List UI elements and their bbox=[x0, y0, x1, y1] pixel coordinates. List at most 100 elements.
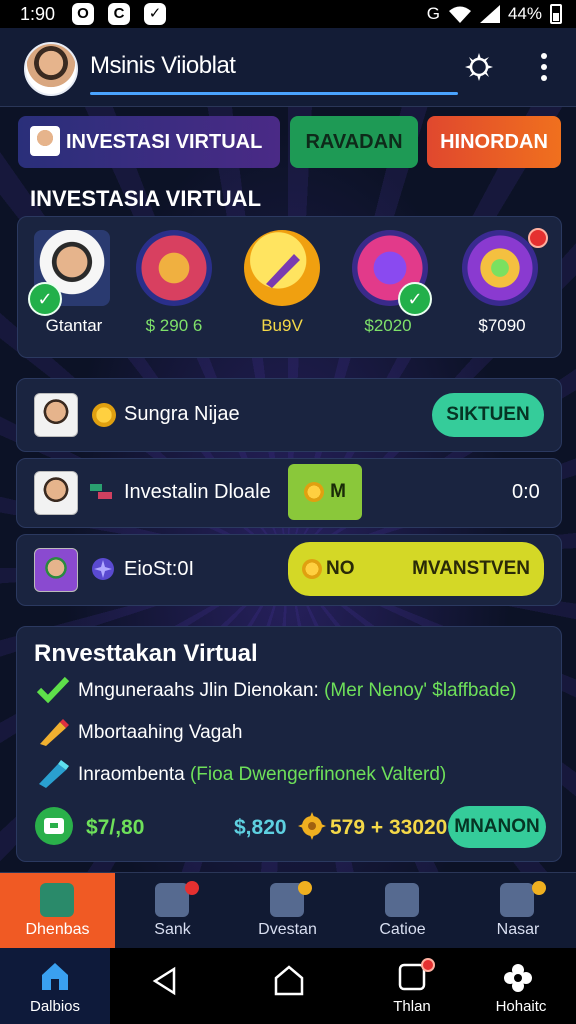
sys-label: Thlan bbox=[393, 998, 431, 1015]
row-avatar bbox=[34, 548, 78, 592]
profile-avatar[interactable] bbox=[24, 42, 78, 96]
target-icon[interactable] bbox=[462, 230, 538, 306]
status-time: 1:90 bbox=[20, 4, 56, 24]
wifi-icon bbox=[448, 6, 471, 23]
system-nav-bar: Dalbios Thlan Hohaitc bbox=[0, 948, 576, 1024]
ticket-check-icon: ✓ bbox=[398, 282, 432, 316]
investment-line-3: Inraombenta (Fioa Dwengerfinonek Valterd… bbox=[78, 764, 446, 786]
nav-item-nasar[interactable]: Nasar bbox=[460, 873, 576, 949]
sys-home-button[interactable] bbox=[233, 948, 343, 1024]
tab-hinordan[interactable]: HINORDAN bbox=[427, 116, 561, 168]
investment-line-3-text: Inraombenta bbox=[78, 764, 185, 785]
status-bar: 1:90 O C ✓ G 44% bbox=[0, 0, 576, 28]
user-name: Msinis Viioblat bbox=[90, 52, 236, 79]
home-icon bbox=[42, 963, 68, 990]
nav-label: Nasar bbox=[496, 921, 540, 938]
battery-percent: 44% bbox=[507, 4, 542, 23]
row-invest-button[interactable]: NO MVANSTVEN bbox=[288, 542, 544, 596]
status-app-icon-o: O bbox=[72, 3, 94, 25]
nav-label: Catioe bbox=[379, 921, 426, 938]
gear-coin-icon bbox=[298, 812, 326, 840]
row-no-label: NO bbox=[326, 558, 355, 579]
tab-investasi-virtual[interactable]: INVESTASI VIRTUAL bbox=[18, 116, 280, 168]
top-app-bar: Msinis Viioblat bbox=[0, 28, 576, 107]
sys-label: Dalbios bbox=[29, 998, 81, 1015]
home-outline-icon bbox=[274, 965, 304, 996]
investment-line-2: Mbortaahing Vagah bbox=[78, 722, 242, 744]
tab-avatar-icon bbox=[30, 126, 60, 156]
featured-label-3: Bu9V bbox=[261, 316, 303, 335]
coin-icon bbox=[302, 559, 322, 579]
stack-icon bbox=[90, 484, 112, 499]
shop-icon bbox=[500, 883, 534, 917]
investment-line-2-text: Mbortaahing Vagah bbox=[78, 722, 243, 743]
bottom-nav: Dhenbas Sank Dvestan Catioe Nasar bbox=[0, 872, 576, 949]
house-icon[interactable] bbox=[136, 230, 212, 306]
nav-badge bbox=[298, 881, 312, 895]
investment-title: Rnvesttakan Virtual bbox=[34, 640, 258, 667]
notification-dot bbox=[528, 228, 548, 248]
home-icon bbox=[40, 883, 74, 917]
row-avatar bbox=[34, 393, 78, 437]
nav-item-dhenbas[interactable]: Dhenbas bbox=[0, 873, 115, 949]
row-label: Investalin Dloale bbox=[124, 481, 271, 503]
investment-line-1-text: Mnguneraahs Jlin Dienokan: bbox=[78, 680, 319, 701]
checkmark-icon bbox=[36, 676, 70, 704]
nav-badge bbox=[185, 881, 199, 895]
status-g-icon: G bbox=[426, 4, 440, 23]
featured-label-4: $2020 bbox=[364, 316, 412, 335]
sys-home-app[interactable]: Dalbios bbox=[0, 948, 110, 1024]
coin-icon bbox=[304, 482, 325, 502]
signal-icon bbox=[479, 5, 500, 23]
gem-icon bbox=[92, 558, 114, 580]
row-invest-label: MVANSTVEN bbox=[412, 558, 530, 579]
status-app-icon-check: ✓ bbox=[144, 3, 166, 25]
pen-glyph-icon bbox=[266, 254, 300, 288]
settings-icon[interactable] bbox=[462, 50, 496, 84]
flower-icon bbox=[504, 964, 532, 992]
nav-label: Dhenbas bbox=[25, 921, 90, 938]
row-avatar bbox=[34, 471, 78, 515]
check-badge-icon: ✓ bbox=[28, 282, 62, 316]
tab-investasi-label: INVESTASI VIRTUAL bbox=[66, 130, 263, 153]
brush-icon bbox=[39, 760, 69, 788]
row-label: Sungra Nijae bbox=[124, 403, 240, 425]
row-m-button[interactable]: M bbox=[288, 464, 362, 520]
featured-label-2: $ 290 6 bbox=[145, 316, 203, 335]
battery-icon bbox=[550, 4, 562, 24]
status-app-icon-c: C bbox=[108, 3, 130, 25]
row-m-label: M bbox=[330, 481, 346, 502]
wallet-icon bbox=[35, 807, 73, 845]
tab-hinordan-label: HINORDAN bbox=[440, 130, 548, 153]
more-vert-icon[interactable] bbox=[532, 50, 556, 84]
investment-line-1-highlight: (Mer Nenoy' $laffbade) bbox=[324, 680, 517, 701]
sys-back-button[interactable] bbox=[110, 948, 220, 1024]
nav-item-sank[interactable]: Sank bbox=[115, 873, 230, 949]
row-action-button[interactable]: SIKTUEN bbox=[432, 393, 544, 437]
coin-icon bbox=[92, 403, 116, 427]
pencil-icon bbox=[40, 719, 69, 746]
row-label: EioSt:0I bbox=[124, 558, 195, 580]
clipboard-icon bbox=[385, 883, 419, 917]
sys-label: Hohaitc bbox=[495, 998, 547, 1015]
nav-item-dvestan[interactable]: Dvestan bbox=[230, 873, 345, 949]
status-right-group: G 44% bbox=[427, 4, 562, 24]
featured-label-5: $7090 bbox=[478, 316, 526, 335]
featured-label-1: Gtantar bbox=[45, 316, 103, 335]
tab-ravadan-label: RAVADAN bbox=[305, 130, 403, 153]
investment-line-3-highlight: (Fioa Dwengerfinonek Valterd) bbox=[189, 764, 447, 785]
amount-2: $,820 bbox=[234, 816, 287, 839]
row-value: 0:0 bbox=[512, 481, 540, 503]
amount-1: $7/,80 bbox=[86, 816, 145, 839]
featured-title: INVESTASIA VIRTUAL bbox=[30, 186, 262, 211]
invest-action-button[interactable]: MNANON bbox=[448, 806, 546, 848]
nav-label: Sank bbox=[154, 921, 191, 938]
sys-settings-button[interactable]: Hohaitc bbox=[466, 948, 576, 1024]
tab-ravadan[interactable]: RAVADAN bbox=[290, 116, 418, 168]
nav-label: Dvestan bbox=[258, 921, 317, 938]
amount-3: 579 + 33020 bbox=[330, 816, 448, 839]
investment-line-1: Mnguneraahs Jlin Dienokan: (Mer Nenoy' $… bbox=[78, 680, 516, 702]
nav-item-catioe[interactable]: Catioe bbox=[345, 873, 460, 949]
calculator-icon bbox=[155, 883, 189, 917]
sys-recent-button[interactable]: Thlan bbox=[357, 948, 467, 1024]
